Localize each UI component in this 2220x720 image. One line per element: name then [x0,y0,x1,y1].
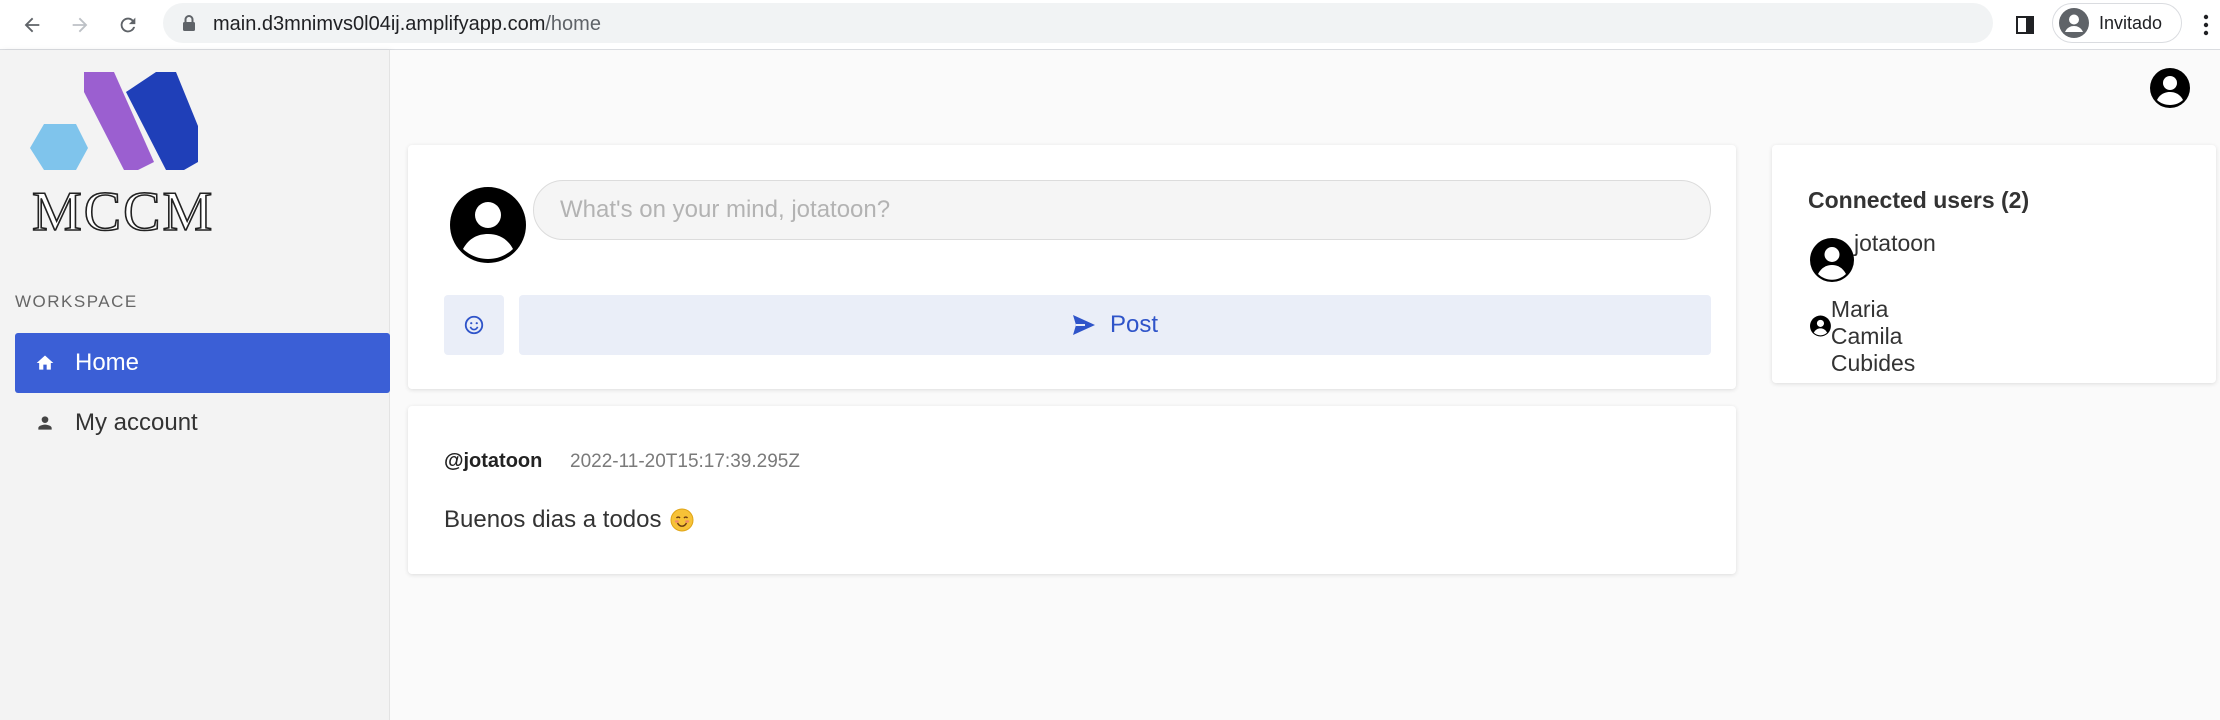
post-button[interactable]: Post [519,295,1711,355]
person-icon [33,411,57,435]
side-panel-button[interactable] [2008,8,2042,42]
url-path: /home [545,13,601,35]
back-button[interactable] [15,8,49,42]
sidebar: MCCM WORKSPACE Home My account [0,50,390,720]
post-timestamp: 2022-11-20T15:17:39.295Z [570,451,800,472]
connected-user-name: Maria Camila Cubides [1830,296,1916,376]
post-button-label: Post [1109,311,1159,338]
post-composer: Post [408,145,1736,389]
lock-icon [183,15,195,31]
address-bar[interactable]: main.d3mnimvs0l04ij.amplifyapp.com/home [163,3,1993,43]
arrow-right-icon [72,17,88,33]
home-icon [33,351,57,375]
arrow-left-icon [24,17,40,33]
smiling-face-emoji-icon [670,508,693,532]
guest-avatar-icon [2059,8,2089,38]
sidebar-item-label: Home [75,349,140,376]
emoji-button[interactable] [444,295,504,355]
user-avatar-icon [1810,315,1831,337]
reload-button[interactable] [111,8,145,42]
sidebar-item-my-account[interactable]: My account [15,393,390,453]
post-input[interactable] [533,180,1711,240]
smiley-icon [464,315,484,335]
logo-icon [30,72,198,170]
side-panel-icon [2016,16,2034,34]
profile-button[interactable]: Invitado [2052,3,2182,43]
brand-name: MCCM [31,181,215,243]
forward-button[interactable] [63,8,97,42]
user-avatar-icon [1810,238,1854,282]
connected-users-title: Connected users (2) [1808,187,2030,213]
sidebar-item-label: My account [75,409,198,436]
post-author[interactable]: @jotatoon [444,450,542,473]
browser-menu-button[interactable] [2196,8,2216,42]
sidebar-item-home[interactable]: Home [15,333,390,393]
connected-user-name: jotatoon [1854,230,1936,256]
kebab-menu-icon [2203,14,2209,36]
connected-user-item[interactable]: jotatoon [1810,230,1936,282]
browser-toolbar: main.d3mnimvs0l04ij.amplifyapp.com/home … [0,0,2220,50]
send-icon [1072,314,1096,336]
url-text: main.d3mnimvs0l04ij.amplifyapp.com/home [213,13,601,36]
reload-icon [120,17,136,33]
post-text: Buenos dias a todos [444,506,662,533]
section-label-workspace: WORKSPACE [15,292,138,311]
profile-label: Invitado [2099,12,2163,33]
user-avatar-icon [450,187,526,263]
feed-post: @jotatoon 2022-11-20T15:17:39.295Z Bueno… [408,406,1736,574]
connected-user-item[interactable]: Maria Camila Cubides [1810,296,1938,377]
post-content: Buenos dias a todos [444,506,694,534]
account-avatar-icon[interactable] [2150,68,2190,108]
url-host: main.d3mnimvs0l04ij.amplifyapp.com [213,13,546,35]
